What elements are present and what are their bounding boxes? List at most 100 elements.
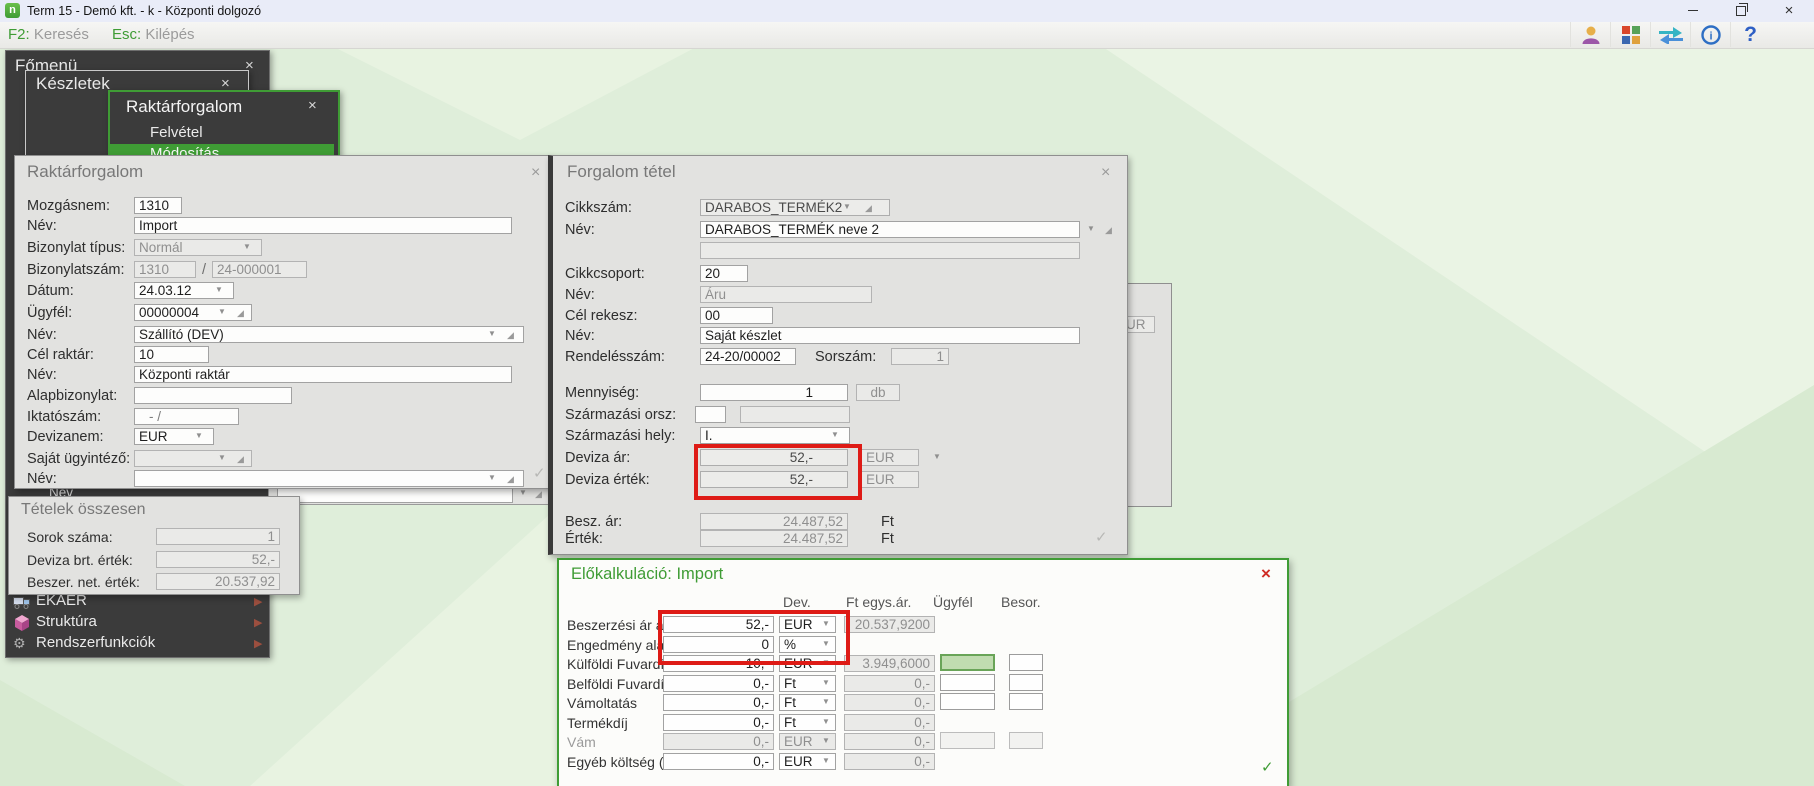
menu-key: F2:	[8, 26, 30, 43]
titlebar: n Term 15 - Demó kft. - k - Központi dol…	[0, 0, 1814, 22]
menu-item-felvetel[interactable]: Felvétel	[150, 124, 203, 141]
ugyfel-cell-focused[interactable]	[940, 654, 995, 671]
dropdown-arrow-icon[interactable]: ▼	[218, 307, 226, 317]
besz-ar-field: 24.487,52	[700, 513, 848, 530]
dropdown-arrow-icon[interactable]: ▼	[488, 329, 496, 339]
szarmazasi-orszag-field[interactable]	[695, 406, 726, 423]
close-icon[interactable]: ×	[1261, 564, 1271, 584]
dropdown-arrow-icon[interactable]: ▼	[843, 202, 851, 212]
ugyfel-select[interactable]: 00000004	[134, 304, 252, 321]
engedmeny-alap-field[interactable]: 0	[663, 636, 774, 653]
dropdown-arrow-icon[interactable]: ▼	[831, 430, 839, 440]
detail-icon[interactable]: ◢	[1105, 225, 1112, 235]
dropdown-arrow-icon[interactable]: ▼	[822, 658, 830, 668]
confirm-check-icon[interactable]: ✓	[1261, 758, 1274, 776]
dropdown-arrow-icon[interactable]: ▼	[195, 431, 203, 441]
menu-item-kereses[interactable]: F2: Keresés	[8, 22, 89, 48]
switch-button[interactable]	[1650, 22, 1690, 47]
dropdown-arrow-icon[interactable]: ▼	[933, 452, 941, 462]
detail-icon[interactable]: ◢	[535, 489, 542, 499]
menu-label: Kilépés	[145, 26, 194, 43]
fomenu-item-label: Struktúra	[36, 613, 97, 630]
dropdown-arrow-icon[interactable]: ▼	[822, 678, 830, 688]
dropdown-arrow-icon[interactable]: ▼	[215, 285, 223, 295]
field-label: Beszer. net. érték:	[27, 574, 140, 590]
besor-cell[interactable]	[1009, 674, 1043, 691]
dropdown-arrow-icon[interactable]: ▼	[488, 473, 496, 483]
detail-icon[interactable]: ◢	[237, 454, 244, 464]
calc-row-label: Belföldi Fuvardíj	[567, 676, 667, 692]
dropdown-arrow-icon[interactable]: ▼	[1087, 224, 1095, 234]
szarmazasi-hely-select[interactable]: I.	[700, 427, 850, 444]
info-button[interactable]: i	[1690, 22, 1730, 47]
field-label: Név:	[565, 328, 595, 344]
confirm-check-icon[interactable]: ✓	[1095, 528, 1108, 546]
field-label: Mozgásnem:	[27, 198, 110, 214]
ugyintezo-nev-select[interactable]	[134, 470, 524, 487]
dropdown-arrow-icon[interactable]: ▼	[822, 717, 830, 727]
ugyfel-cell[interactable]	[940, 693, 995, 710]
besor-cell[interactable]	[1009, 654, 1043, 671]
dropdown-arrow-icon[interactable]: ▼	[822, 639, 830, 649]
field-label: Bizonylatszám:	[27, 262, 125, 278]
minimize-button[interactable]	[1678, 0, 1708, 22]
beszer-net-ertek-field: 20.537,92	[156, 573, 280, 590]
help-button[interactable]: ?	[1730, 22, 1770, 47]
besor-cell[interactable]	[1009, 693, 1043, 710]
confirm-check-icon[interactable]: ✓	[533, 464, 546, 482]
field-label: Név:	[565, 222, 595, 238]
ugyfel-nev-select[interactable]: Szállító (DEV)	[134, 326, 524, 343]
ugyfel-cell[interactable]	[940, 674, 995, 691]
deviza-ar-field[interactable]: 52,-	[700, 449, 848, 466]
calc-row-label: Vámoltatás	[567, 695, 637, 711]
vamoltatas-field[interactable]: 0,-	[663, 694, 774, 711]
dropdown-arrow-icon[interactable]: ▼	[822, 697, 830, 707]
ertek-field: 24.487,52	[700, 530, 848, 547]
dropdown-arrow-icon[interactable]: ▼	[822, 619, 830, 629]
field-separator: /	[202, 262, 206, 278]
termekdij-field[interactable]: 0,-	[663, 714, 774, 731]
egyeb-koltseg-field[interactable]: 0,-	[663, 753, 774, 770]
panel-title: Tételek összesen	[21, 501, 146, 519]
column-header-dev: Dev.	[783, 594, 811, 610]
rekesz-nev-field[interactable]: Saját készlet	[700, 327, 1080, 344]
iktatoszam-field[interactable]: - /	[134, 408, 239, 425]
mozgasnem-nev-field[interactable]: Import	[134, 217, 512, 234]
sajat-ugyintezo-select[interactable]	[134, 450, 252, 467]
detail-icon[interactable]: ◢	[237, 308, 244, 318]
beszerzesi-ar-alap-field[interactable]: 52,-	[663, 616, 774, 633]
belfoldi-fuvardij-field[interactable]: 0,-	[663, 675, 774, 692]
raktar-nev-field[interactable]: Központi raktár	[134, 366, 512, 383]
cikkszam-select[interactable]: DARABOS_TERMÉK2	[700, 199, 890, 216]
mozgasnem-field[interactable]: 1310	[134, 197, 182, 214]
detail-icon[interactable]: ◢	[507, 330, 514, 340]
modules-button[interactable]	[1610, 22, 1650, 47]
field-label: Devizanem:	[27, 429, 104, 445]
dropdown-arrow-icon[interactable]: ▼	[243, 242, 251, 252]
dropdown-arrow-icon[interactable]: ▼	[519, 488, 527, 498]
cikk-nev-field[interactable]: DARABOS_TERMÉK neve 2	[700, 221, 1080, 238]
mennyiseg-field[interactable]: 1	[700, 384, 848, 401]
cel-rekesz-field[interactable]: 00	[700, 307, 773, 324]
field-label: Cikkszám:	[565, 200, 632, 216]
dropdown-arrow-icon[interactable]: ▼	[218, 453, 226, 463]
cikk-nev2-field	[700, 242, 1080, 259]
cel-raktar-field[interactable]: 10	[134, 346, 209, 363]
detail-icon[interactable]: ◢	[507, 474, 514, 484]
maximize-button[interactable]	[1726, 0, 1756, 22]
info-icon: i	[1701, 25, 1721, 45]
rendelesszam-field[interactable]: 24-20/00002	[700, 348, 796, 365]
user-button[interactable]	[1570, 22, 1610, 47]
field-label: Deviza érték:	[565, 472, 650, 488]
ugyfel-cell-disabled	[940, 732, 995, 749]
close-icon[interactable]: ×	[308, 97, 317, 114]
close-button[interactable]: ×	[1774, 0, 1804, 22]
menu-item-kilepes[interactable]: Esc: Kilépés	[112, 22, 195, 48]
close-icon[interactable]: ×	[1101, 164, 1110, 182]
cikkcsoport-field[interactable]: 20	[700, 265, 748, 282]
close-icon[interactable]: ×	[531, 164, 540, 182]
dropdown-arrow-icon[interactable]: ▼	[822, 756, 830, 766]
kulfoldi-fuvardij-field[interactable]: 10,-	[663, 655, 774, 672]
detail-icon[interactable]: ◢	[865, 203, 872, 213]
alapbizonylat-field[interactable]	[134, 387, 292, 404]
